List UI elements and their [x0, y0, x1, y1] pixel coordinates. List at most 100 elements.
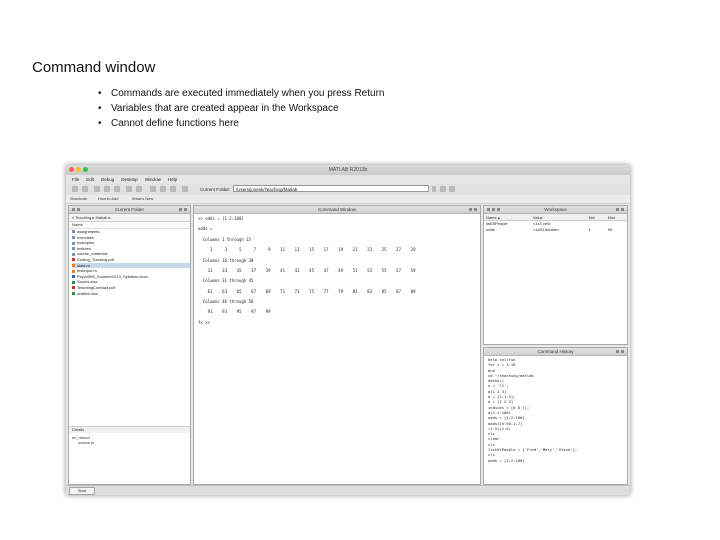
status-bar: Start [66, 485, 630, 495]
command-output[interactable]: >> odds = [1:2:100] odds = Columns 1 thro… [194, 214, 480, 327]
file-list: assignments exercises examples lectures … [69, 229, 190, 296]
open-variable-icon[interactable] [492, 208, 495, 211]
table-row[interactable]: odds <1x50 double> 1 99 [484, 227, 627, 233]
details-line: scores.m [78, 440, 95, 445]
variable-value: <1x50 double> [532, 226, 560, 232]
xls-file-icon [72, 280, 75, 284]
current-folder-title: Current Folder [114, 207, 144, 212]
browse-folder-icon[interactable] [440, 186, 446, 192]
output-number: 5 [239, 247, 242, 253]
close-pane-icon[interactable] [621, 208, 624, 211]
undock-icon[interactable] [616, 350, 619, 353]
forward-icon[interactable] [77, 208, 80, 211]
undock-icon[interactable] [179, 208, 182, 211]
shortcut-item[interactable]: How to Add [98, 196, 118, 201]
folder-icon [72, 241, 75, 245]
slide-bullets: Commands are executed immediately when y… [98, 86, 384, 131]
close-pane-icon[interactable] [474, 208, 477, 211]
output-number: 51 [352, 267, 358, 273]
help-icon[interactable] [182, 186, 188, 192]
folder-dropdown-icon[interactable] [432, 186, 436, 192]
folder-icon [72, 230, 75, 234]
menu-edit[interactable]: Edit [86, 175, 94, 184]
pdf-file-icon [72, 258, 75, 262]
back-icon[interactable] [72, 208, 75, 211]
undock-icon[interactable] [469, 208, 472, 211]
guide-icon[interactable] [160, 186, 166, 192]
folder-icon [72, 252, 75, 256]
output-number: 23 [367, 247, 372, 253]
up-folder-icon[interactable] [449, 186, 455, 192]
variable-name: odds [486, 226, 495, 232]
output-number: 13 [294, 247, 300, 253]
undo-icon[interactable] [126, 186, 132, 192]
variable-max: 99 [607, 226, 613, 232]
shortcut-item[interactable]: What's New [132, 196, 153, 201]
output-number: 9 [268, 247, 271, 253]
menu-window[interactable]: Window [145, 175, 161, 184]
bullet-item: Commands are executed immediately when y… [98, 86, 384, 101]
redo-icon[interactable] [136, 186, 142, 192]
menu-file[interactable]: File [72, 175, 79, 184]
output-number: 43 [294, 267, 300, 273]
name-column-header[interactable]: Name [69, 222, 190, 229]
paste-icon[interactable] [114, 186, 120, 192]
command-window-header: Command Window [194, 206, 480, 214]
details-panel: Details ex_nhood scores.m [69, 426, 190, 484]
new-variable-icon[interactable] [487, 208, 490, 211]
output-number: 99 [265, 309, 271, 315]
undock-icon[interactable] [616, 208, 619, 211]
command-window-title: Command Window [317, 207, 356, 212]
close-pane-icon[interactable] [184, 208, 187, 211]
bullet-item: Variables that are created appear in the… [98, 101, 384, 116]
output-number: 55 [381, 267, 387, 273]
menu-desktop[interactable]: Desktop [121, 175, 138, 184]
command-prompt: fx >> [198, 319, 211, 325]
start-button[interactable]: Start [69, 487, 95, 495]
output-number: 65 [236, 288, 242, 294]
current-folder-header: Current Folder [69, 206, 190, 214]
command-history-pane: Command History help cellfun for i = 1:10… [483, 347, 628, 485]
output-number: 93 [222, 309, 227, 315]
output-number: 61 [207, 288, 213, 294]
profiler-icon[interactable] [170, 186, 176, 192]
output-number: 41 [280, 267, 285, 273]
m-file-icon [72, 264, 75, 267]
output-number: 67 [251, 288, 256, 294]
output-number: 91 [207, 309, 213, 315]
output-number: 29 [410, 247, 416, 253]
save-workspace-icon[interactable] [497, 208, 500, 211]
title-bar: MATLAB R2013b [66, 165, 630, 175]
output-number: 45 [309, 267, 314, 273]
simulink-icon[interactable] [150, 186, 156, 192]
output-number: 47 [323, 267, 329, 273]
history-item[interactable]: odds = [1:2:100] [488, 458, 623, 463]
list-item[interactable]: untitled.xlsx [72, 291, 190, 297]
output-number: 75 [309, 288, 314, 294]
cut-icon[interactable] [94, 186, 100, 192]
workspace-pane: Workspace Name ▴ Value Min Max listOfPeo… [483, 205, 628, 345]
shortcut-item[interactable]: Shortcuts [70, 196, 87, 201]
menu-help[interactable]: Help [168, 175, 177, 184]
output-number: 21 [352, 247, 358, 253]
command-history-list: help cellfun for i = 1:10 end cd ~/teaching… [484, 356, 627, 464]
output-number: 25 [381, 247, 387, 253]
output-number: 77 [323, 288, 329, 294]
menu-debug[interactable]: Debug [101, 175, 114, 184]
bullet-item: Cannot define functions here [98, 116, 384, 131]
output-number: 85 [381, 288, 387, 294]
output-number: 57 [396, 267, 401, 273]
output-number: 49 [338, 267, 343, 273]
output-number: 89 [410, 288, 416, 294]
output-number: 71 [280, 288, 285, 294]
output-number: 35 [236, 267, 242, 273]
new-file-icon[interactable] [72, 186, 78, 192]
folder-breadcrumb[interactable]: « Teaching ▸ Matlab ▸ [69, 214, 190, 222]
command-window-pane: Command Window >> odds = [1:2:100] odds =… [193, 205, 481, 485]
copy-icon[interactable] [104, 186, 110, 192]
workspace-table: Name ▴ Value Min Max listOfPeople <1x3 c… [484, 214, 627, 232]
current-folder-path-input[interactable]: /Users/jonesk/Teaching/Matlab [233, 185, 429, 192]
close-pane-icon[interactable] [621, 350, 624, 353]
open-folder-icon[interactable] [82, 186, 88, 192]
output-number: 79 [338, 288, 343, 294]
